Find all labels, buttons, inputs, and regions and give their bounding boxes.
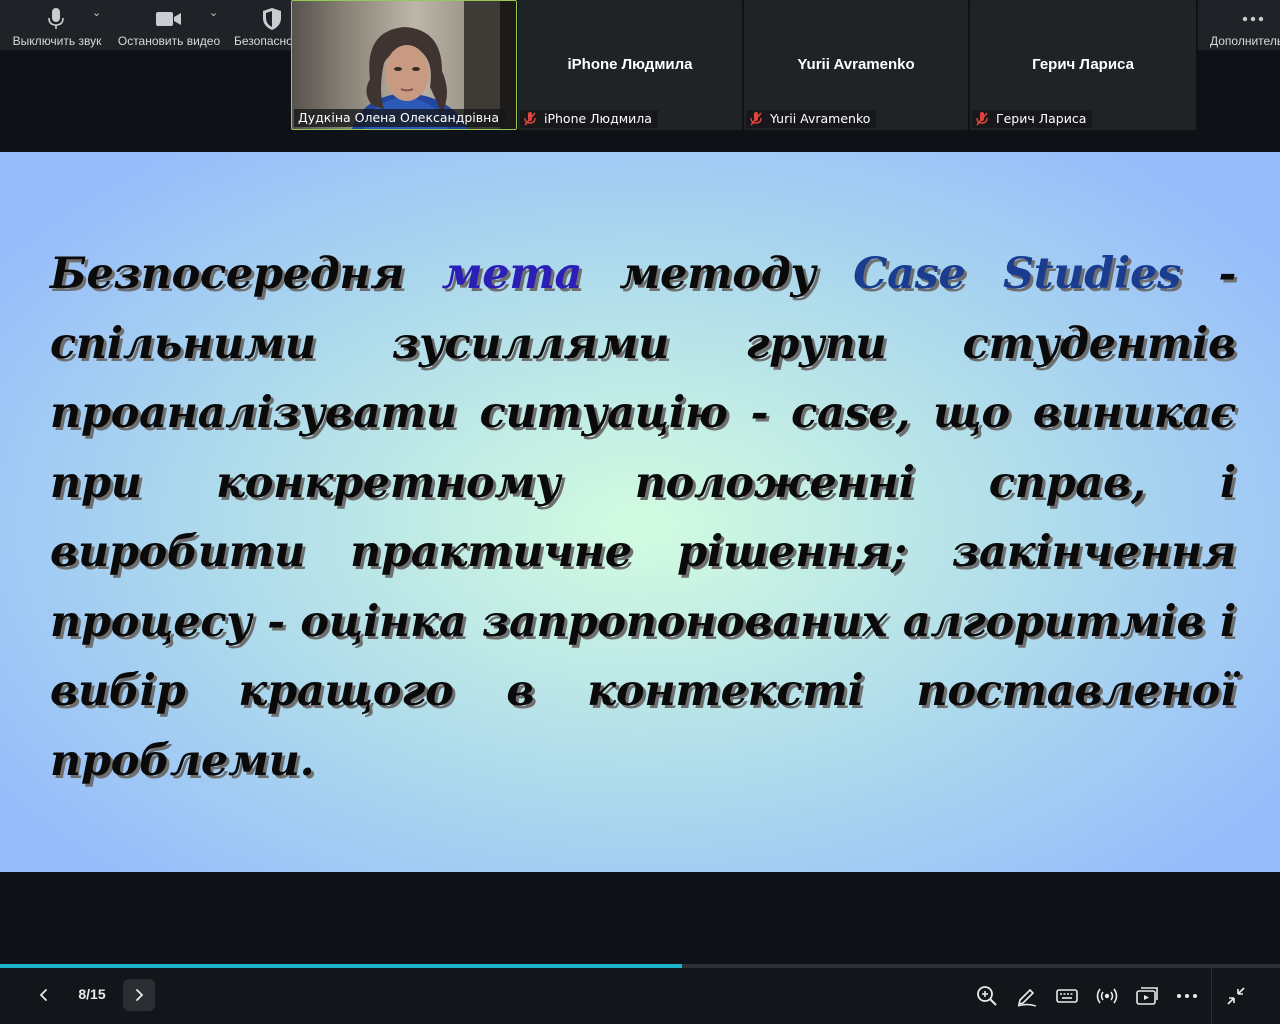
microphone-icon — [48, 8, 64, 29]
mute-options-chevron-icon[interactable]: ⌄ — [92, 6, 101, 19]
chevron-left-icon — [39, 989, 47, 1001]
slide-text-segment: Безпосередня — [50, 249, 442, 299]
participant-name-tag: Дудкіна Олена Олександрівна — [294, 109, 505, 127]
muted-mic-icon — [750, 112, 762, 130]
shared-slide: Безпосередня мета методу Case Studies - … — [0, 152, 1280, 872]
stop-video-button[interactable]: Остановить видео — [116, 4, 222, 48]
collapse-icon[interactable] — [1224, 984, 1248, 1008]
more-options-icon[interactable] — [1175, 984, 1199, 1008]
participant-tile[interactable]: Yurii Avramenko Yurii Avramenko — [744, 0, 968, 130]
pen-icon[interactable] — [1015, 984, 1039, 1008]
next-slide-button[interactable] — [123, 979, 155, 1011]
participant-name-tag: Герич Лариса — [972, 110, 1093, 130]
chevron-right-icon — [136, 989, 144, 1001]
participant-video-tile[interactable]: Дудкіна Олена Олександрівна — [291, 0, 517, 130]
video-camera-icon — [156, 12, 181, 26]
previous-slide-button[interactable] — [28, 979, 60, 1011]
muted-mic-icon — [524, 112, 536, 130]
presentation-controls: 8/15 — [0, 968, 1280, 1024]
slide-body-text: Безпосередня мета методу Case Studies - … — [50, 240, 1236, 796]
security-button[interactable]: Безопасность — [232, 4, 294, 48]
mute-label: Выключить звук — [12, 34, 102, 48]
security-label: Безопасность — [234, 34, 294, 48]
broadcast-icon[interactable] — [1095, 984, 1119, 1008]
muted-mic-icon — [976, 112, 988, 130]
participant-tile[interactable]: Герич Лариса Герич Лариса — [970, 0, 1196, 130]
participant-name: Дудкіна Олена Олександрівна — [298, 110, 499, 125]
bottom-bar-divider — [1211, 968, 1212, 1024]
zoom-in-icon[interactable] — [975, 984, 999, 1008]
participant-name-tag: iPhone Людмила — [520, 110, 658, 128]
slide-highlight-meta: мета — [441, 249, 583, 299]
participant-center-name: Герич Лариса — [1032, 56, 1134, 73]
participant-name-tag: Yurii Avramenko — [746, 110, 877, 130]
shield-icon — [263, 8, 281, 30]
more-button[interactable]: Дополнительно — [1204, 4, 1280, 48]
slide-highlight-case-studies: Case Studies — [853, 249, 1182, 299]
stop-video-label: Остановить видео — [117, 34, 221, 48]
more-label: Дополнительно — [1210, 34, 1280, 48]
participant-name: iPhone Людмила — [543, 111, 652, 126]
more-icon — [1242, 16, 1264, 22]
participant-tile[interactable]: iPhone Людмила iPhone Людмила — [518, 0, 742, 130]
keyboard-icon[interactable] — [1055, 984, 1079, 1008]
slide-text-segment: - спільними зусиллями групи студентів пр… — [50, 249, 1237, 786]
slide-text-segment: методу — [582, 249, 854, 299]
participant-center-name: Yurii Avramenko — [797, 56, 915, 73]
participant-name: Герич Лариса — [995, 111, 1087, 126]
page-indicator: 8/15 — [78, 986, 106, 1002]
participant-center-name: iPhone Людмила — [567, 56, 693, 73]
video-options-chevron-icon[interactable]: ⌄ — [209, 6, 218, 19]
participant-name: Yurii Avramenko — [769, 111, 871, 126]
screen-share-icon[interactable] — [1135, 984, 1159, 1008]
